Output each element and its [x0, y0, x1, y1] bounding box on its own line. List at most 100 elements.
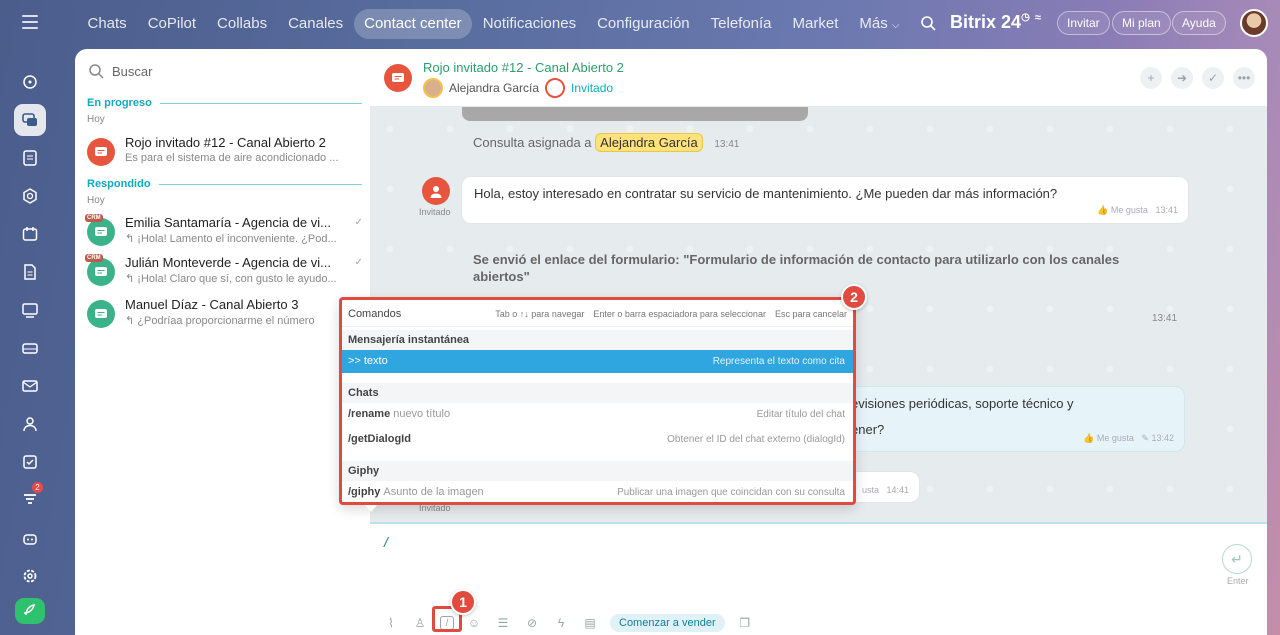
chat-history-icon[interactable]: ❐ — [736, 614, 754, 632]
contact-icon[interactable]: ♙ — [411, 614, 429, 632]
system-message: Consulta asignada a Alejandra García 13:… — [473, 133, 740, 152]
command-group: Mensajería instantánea — [342, 330, 853, 350]
main-nav: Chats CoPilot Collabs Canales Contact ce… — [77, 9, 910, 39]
template-icon[interactable]: ☰ — [494, 614, 512, 632]
forward-icon[interactable]: ➜ — [1171, 67, 1193, 89]
invite-button[interactable]: Invitar — [1057, 11, 1110, 35]
nav-telefonia[interactable]: Telefonía — [700, 9, 782, 39]
composer-text[interactable]: / — [384, 534, 388, 550]
robot-icon[interactable] — [14, 522, 46, 554]
guest-avatar[interactable] — [545, 78, 566, 98]
chat-preview-text: ¡Hola! Lamento el inconveniente. ¿Pod... — [137, 233, 337, 245]
crm-tag: CRM — [85, 214, 103, 222]
more-icon[interactable]: ••• — [1233, 67, 1255, 89]
search-box[interactable]: Buscar — [88, 63, 152, 79]
nav-configuracion[interactable]: Configuración — [587, 9, 701, 39]
nav-chats[interactable]: Chats — [77, 9, 137, 39]
message-composer[interactable]: / ↵ Enter ⌇ ♙ / ☺ ☰ ⊘ ϟ ▤ Comenzar a ven… — [370, 522, 1267, 635]
section-answered-label: Respondido — [87, 178, 151, 190]
board-icon[interactable] — [14, 294, 46, 326]
like-label[interactable]: Me gusta — [1097, 433, 1134, 443]
chat-avatar — [87, 218, 115, 246]
rocket-icon[interactable] — [15, 598, 45, 624]
settings-icon[interactable] — [14, 560, 46, 592]
chat-avatar[interactable] — [384, 64, 412, 92]
clock-icon: ◷ — [1021, 12, 1030, 23]
command-desc: Obtener el ID del chat externo (dialogId… — [667, 434, 845, 445]
nav-collabs[interactable]: Collabs — [207, 9, 278, 39]
reply-icon: ↰ — [125, 233, 135, 245]
start-selling-button[interactable]: Comenzar a vender — [610, 614, 725, 632]
hint-select: Enter o barra espaciadora para seleccion… — [593, 309, 766, 319]
like-label-partial[interactable]: usta — [862, 485, 879, 495]
guest-name[interactable]: Invitado — [571, 81, 613, 95]
agent-name[interactable]: Alejandra García — [449, 81, 539, 95]
crm-icon[interactable] — [14, 180, 46, 212]
nav-notificaciones[interactable]: Notificaciones — [472, 9, 586, 39]
message-time: 13:41 — [1152, 313, 1178, 324]
nav-market[interactable]: Market — [782, 9, 849, 39]
calendar-icon[interactable] — [14, 218, 46, 250]
search-icon[interactable] — [920, 15, 936, 31]
form-icon[interactable]: ▤ — [581, 614, 599, 632]
nav-more[interactable]: Más ⌵ — [849, 9, 910, 39]
tasks-icon[interactable] — [14, 446, 46, 478]
like-label[interactable]: Me gusta — [1111, 205, 1148, 215]
message-meta: usta 14:41 — [862, 485, 909, 495]
nav-copilot[interactable]: CoPilot — [137, 9, 206, 39]
send-button[interactable]: ↵ — [1222, 544, 1252, 574]
command-get-dialog-id[interactable]: /getDialogId Obtener el ID del chat exte… — [342, 428, 853, 451]
hidden-message-icon[interactable]: ⊘ — [523, 614, 541, 632]
command-group: Chats — [342, 383, 853, 403]
agent-avatar[interactable] — [423, 78, 443, 98]
copilot-icon[interactable] — [14, 66, 46, 98]
menu-icon[interactable] — [22, 15, 38, 29]
chat-list-item[interactable]: CRM Emilia Santamaría - Agencia de vi...… — [85, 214, 369, 253]
crm-tag: CRM — [85, 254, 103, 262]
mention-tag[interactable]: Alejandra García — [595, 133, 703, 152]
chat-list-item[interactable]: CRM Julián Monteverde - Agencia de vi...… — [85, 254, 369, 293]
like-icon[interactable]: 👍 — [1097, 205, 1108, 215]
chat-title[interactable]: Rojo invitado #12 - Canal Abierto 2 — [423, 60, 624, 75]
send-label: Enter — [1227, 576, 1249, 586]
message-icon — [392, 73, 404, 82]
nav-contact-center[interactable]: Contact center — [353, 9, 473, 39]
feed-icon[interactable] — [14, 142, 46, 174]
add-icon[interactable]: + — [1140, 67, 1162, 89]
like-icon[interactable]: 👍 — [1083, 433, 1094, 443]
app-rail: 2 — [0, 48, 60, 635]
chat-preview: ↰ ¡Hola! Claro que sí, con gusto le ayud… — [125, 272, 357, 285]
command-giphy[interactable]: /giphy Asunto de la imagen Publicar una i… — [342, 481, 853, 502]
message-icon — [95, 227, 107, 236]
command-rename[interactable]: /rename nuevo título Editar título del ch… — [342, 403, 853, 426]
check-icon[interactable]: ✓ — [1202, 67, 1224, 89]
attach-icon[interactable]: ⌇ — [382, 614, 400, 632]
commands-hints: Tab o ↑↓ para navegar Enter o barra espa… — [495, 309, 847, 319]
user-icon — [430, 186, 442, 198]
user-avatar[interactable] — [1240, 9, 1268, 37]
message-time: 13:41 — [714, 139, 740, 150]
check-icon: ✓ — [354, 257, 363, 268]
mail-icon[interactable] — [14, 370, 46, 402]
message-meta: 👍 Me gusta 13:41 — [1097, 205, 1178, 216]
command-quote[interactable]: >> texto Representa el texto como cita — [342, 350, 853, 373]
chat-list-item[interactable]: Rojo invitado #12 - Canal Abierto 2 Es p… — [87, 135, 369, 173]
emoji-icon[interactable]: ☺ — [465, 614, 483, 632]
chat-list-item[interactable]: Manuel Díaz - Canal Abierto 3 ↰ ¿Podríaa… — [87, 297, 369, 335]
message-text: Hola, estoy interesado en contratar su s… — [474, 186, 1058, 201]
commands-header: Comandos Tab o ↑↓ para navegar Enter o b… — [342, 300, 853, 327]
chat-icon[interactable] — [14, 104, 46, 136]
contacts-icon[interactable] — [14, 408, 46, 440]
sync-icon: ≈ — [1034, 12, 1041, 24]
guest-avatar[interactable] — [422, 177, 450, 205]
section-in-progress-label: En progreso — [87, 97, 152, 109]
quick-answer-icon[interactable]: ϟ — [552, 614, 570, 632]
document-icon[interactable] — [14, 256, 46, 288]
callout-badge-1: 1 — [450, 589, 476, 615]
plan-button[interactable]: Mi plan — [1112, 11, 1171, 35]
drive-icon[interactable] — [14, 332, 46, 364]
brand-name: Bitrix — [950, 12, 997, 32]
chat-preview: Es para el sistema de aire acondicionado… — [125, 152, 339, 164]
nav-canales[interactable]: Canales — [278, 9, 354, 39]
help-button[interactable]: Ayuda — [1172, 11, 1226, 35]
